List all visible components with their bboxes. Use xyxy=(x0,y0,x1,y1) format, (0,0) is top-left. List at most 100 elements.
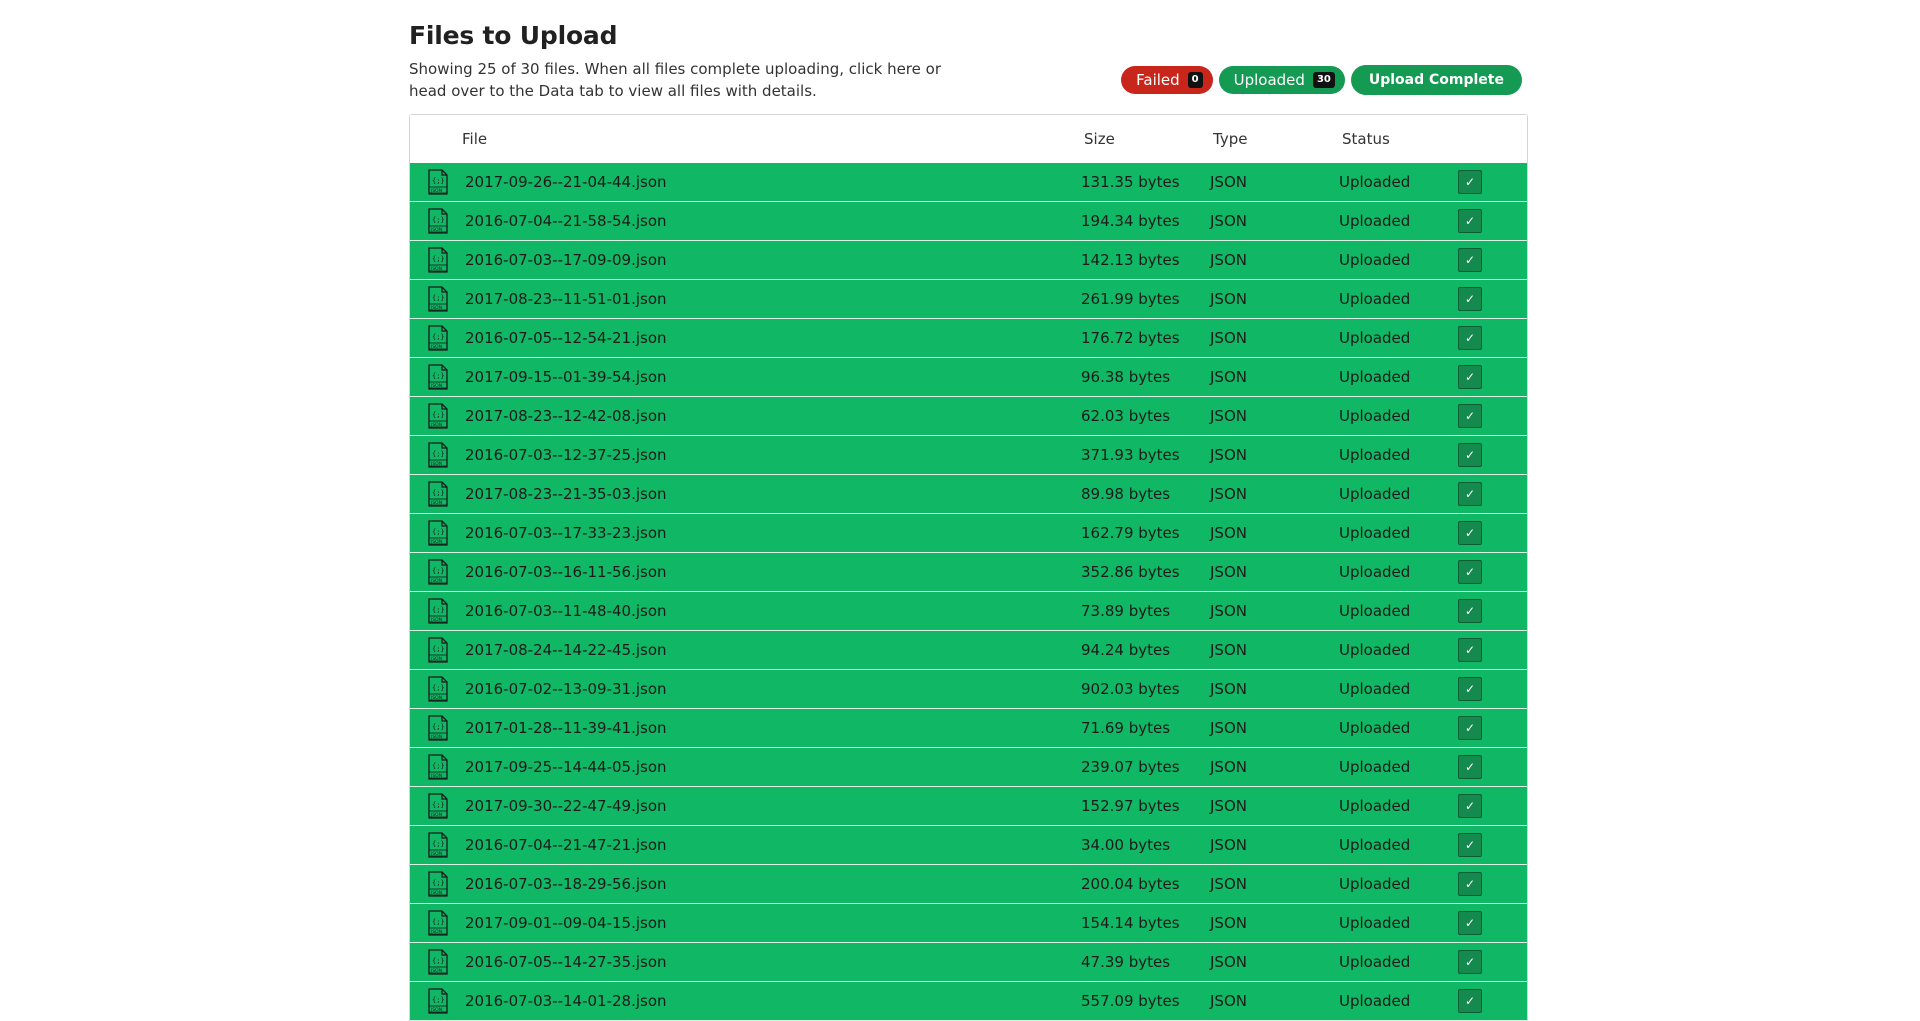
table-row[interactable]: {;} JSON 2016-07-02--13-09-31.json 902.03 b… xyxy=(410,670,1527,709)
file-size: 131.35 bytes xyxy=(1081,173,1180,191)
file-type: JSON xyxy=(1210,524,1247,542)
file-status: Uploaded xyxy=(1339,368,1411,386)
json-file-icon: {;} JSON xyxy=(427,832,449,858)
svg-text:JSON: JSON xyxy=(430,656,442,662)
table-row[interactable]: {;} JSON 2017-08-23--12-42-08.json 62.03 by… xyxy=(410,397,1527,436)
column-header-type[interactable]: Type xyxy=(1213,130,1247,148)
table-row[interactable]: {;} JSON 2016-07-04--21-58-54.json 194.34 b… xyxy=(410,202,1527,241)
file-type: JSON xyxy=(1210,641,1247,659)
file-size: 261.99 bytes xyxy=(1081,290,1180,308)
file-status: Uploaded xyxy=(1339,602,1411,620)
table-row[interactable]: {;} JSON 2017-08-24--14-22-45.json 94.24 by… xyxy=(410,631,1527,670)
checkmark-icon[interactable]: ✓ xyxy=(1458,755,1482,779)
table-row[interactable]: {;} JSON 2016-07-03--17-09-09.json 142.13 b… xyxy=(410,241,1527,280)
page-description[interactable]: Showing 25 of 30 files. When all files c… xyxy=(409,58,969,102)
file-type: JSON xyxy=(1210,836,1247,854)
checkmark-icon[interactable]: ✓ xyxy=(1458,482,1482,506)
file-name: 2017-08-23--21-35-03.json xyxy=(465,485,667,503)
checkmark-icon[interactable]: ✓ xyxy=(1458,560,1482,584)
file-status: Uploaded xyxy=(1339,680,1411,698)
file-size: 200.04 bytes xyxy=(1081,875,1180,893)
checkmark-icon[interactable]: ✓ xyxy=(1458,287,1482,311)
table-row[interactable]: {;} JSON 2016-07-03--14-01-28.json 557.09 b… xyxy=(410,982,1527,1021)
file-size: 47.39 bytes xyxy=(1081,953,1171,971)
file-status: Uploaded xyxy=(1339,914,1411,932)
column-header-file[interactable]: File xyxy=(462,130,487,148)
svg-text:{;}: {;} xyxy=(432,411,445,419)
failed-filter-badge[interactable]: Failed 0 xyxy=(1121,66,1213,94)
checkmark-icon[interactable]: ✓ xyxy=(1458,443,1482,467)
table-row[interactable]: {;} JSON 2017-08-23--21-35-03.json 89.98 by… xyxy=(410,475,1527,514)
table-row[interactable]: {;} JSON 2016-07-05--12-54-21.json 176.72 b… xyxy=(410,319,1527,358)
file-name: 2016-07-05--14-27-35.json xyxy=(465,953,667,971)
table-row[interactable]: {;} JSON 2016-07-03--16-11-56.json 352.86 b… xyxy=(410,553,1527,592)
table-row[interactable]: {;} JSON 2017-01-28--11-39-41.json 71.69 by… xyxy=(410,709,1527,748)
table-row[interactable]: {;} JSON 2016-07-03--11-48-40.json 73.89 by… xyxy=(410,592,1527,631)
checkmark-icon[interactable]: ✓ xyxy=(1458,950,1482,974)
json-file-icon: {;} JSON xyxy=(427,286,449,312)
table-row[interactable]: {;} JSON 2016-07-03--12-37-25.json 371.93 b… xyxy=(410,436,1527,475)
file-size: 142.13 bytes xyxy=(1081,251,1180,269)
file-size: 34.00 bytes xyxy=(1081,836,1171,854)
svg-text:JSON: JSON xyxy=(430,773,442,779)
checkmark-icon[interactable]: ✓ xyxy=(1458,365,1482,389)
file-type: JSON xyxy=(1210,329,1247,347)
checkmark-icon[interactable]: ✓ xyxy=(1458,404,1482,428)
table-row[interactable]: {;} JSON 2017-09-26--21-04-44.json 131.35 b… xyxy=(410,163,1527,202)
svg-text:{;}: {;} xyxy=(432,255,445,263)
file-name: 2016-07-04--21-58-54.json xyxy=(465,212,667,230)
file-type: JSON xyxy=(1210,953,1247,971)
uploaded-count: 30 xyxy=(1312,72,1335,88)
table-row[interactable]: {;} JSON 2017-09-30--22-47-49.json 152.97 b… xyxy=(410,787,1527,826)
file-type: JSON xyxy=(1210,251,1247,269)
column-header-size[interactable]: Size xyxy=(1084,130,1115,148)
table-row[interactable]: {;} JSON 2016-07-04--21-47-21.json 34.00 by… xyxy=(410,826,1527,865)
svg-text:JSON: JSON xyxy=(430,1007,442,1013)
table-row[interactable]: {;} JSON 2017-08-23--11-51-01.json 261.99 b… xyxy=(410,280,1527,319)
file-status: Uploaded xyxy=(1339,641,1411,659)
table-row[interactable]: {;} JSON 2017-09-25--14-44-05.json 239.07 b… xyxy=(410,748,1527,787)
checkmark-icon[interactable]: ✓ xyxy=(1458,638,1482,662)
checkmark-icon[interactable]: ✓ xyxy=(1458,794,1482,818)
file-size: 71.69 bytes xyxy=(1081,719,1171,737)
svg-text:{;}: {;} xyxy=(432,645,445,653)
file-type: JSON xyxy=(1210,602,1247,620)
uploaded-label: Uploaded xyxy=(1233,71,1305,89)
checkmark-icon[interactable]: ✓ xyxy=(1458,989,1482,1013)
table-row[interactable]: {;} JSON 2017-09-01--09-04-15.json 154.14 b… xyxy=(410,904,1527,943)
file-name: 2017-09-15--01-39-54.json xyxy=(465,368,667,386)
table-row[interactable]: {;} JSON 2016-07-03--18-29-56.json 200.04 b… xyxy=(410,865,1527,904)
checkmark-icon[interactable]: ✓ xyxy=(1458,599,1482,623)
svg-text:{;}: {;} xyxy=(432,177,445,185)
json-file-icon: {;} JSON xyxy=(427,442,449,468)
file-type: JSON xyxy=(1210,485,1247,503)
checkmark-icon[interactable]: ✓ xyxy=(1458,248,1482,272)
json-file-icon: {;} JSON xyxy=(427,676,449,702)
file-status: Uploaded xyxy=(1339,953,1411,971)
table-row[interactable]: {;} JSON 2017-09-15--01-39-54.json 96.38 by… xyxy=(410,358,1527,397)
checkmark-icon[interactable]: ✓ xyxy=(1458,716,1482,740)
checkmark-icon[interactable]: ✓ xyxy=(1458,677,1482,701)
table-row[interactable]: {;} JSON 2016-07-03--17-33-23.json 162.79 b… xyxy=(410,514,1527,553)
checkmark-icon[interactable]: ✓ xyxy=(1458,521,1482,545)
file-status: Uploaded xyxy=(1339,563,1411,581)
checkmark-icon[interactable]: ✓ xyxy=(1458,170,1482,194)
file-status: Uploaded xyxy=(1339,875,1411,893)
file-status: Uploaded xyxy=(1339,836,1411,854)
column-header-status[interactable]: Status xyxy=(1342,130,1390,148)
svg-text:{;}: {;} xyxy=(432,606,445,614)
file-status: Uploaded xyxy=(1339,992,1411,1010)
uploaded-filter-badge[interactable]: Uploaded 30 xyxy=(1218,66,1345,94)
checkmark-icon[interactable]: ✓ xyxy=(1458,911,1482,935)
checkmark-icon[interactable]: ✓ xyxy=(1458,872,1482,896)
checkmark-icon[interactable]: ✓ xyxy=(1458,326,1482,350)
file-status: Uploaded xyxy=(1339,290,1411,308)
checkmark-icon[interactable]: ✓ xyxy=(1458,209,1482,233)
file-status: Uploaded xyxy=(1339,329,1411,347)
status-badges: Failed 0 Uploaded 30 Upload Complete xyxy=(1121,65,1522,95)
table-row[interactable]: {;} JSON 2016-07-05--14-27-35.json 47.39 by… xyxy=(410,943,1527,982)
json-file-icon: {;} JSON xyxy=(427,169,449,195)
upload-complete-button[interactable]: Upload Complete xyxy=(1350,65,1522,95)
checkmark-icon[interactable]: ✓ xyxy=(1458,833,1482,857)
page-title: Files to Upload xyxy=(409,21,618,50)
